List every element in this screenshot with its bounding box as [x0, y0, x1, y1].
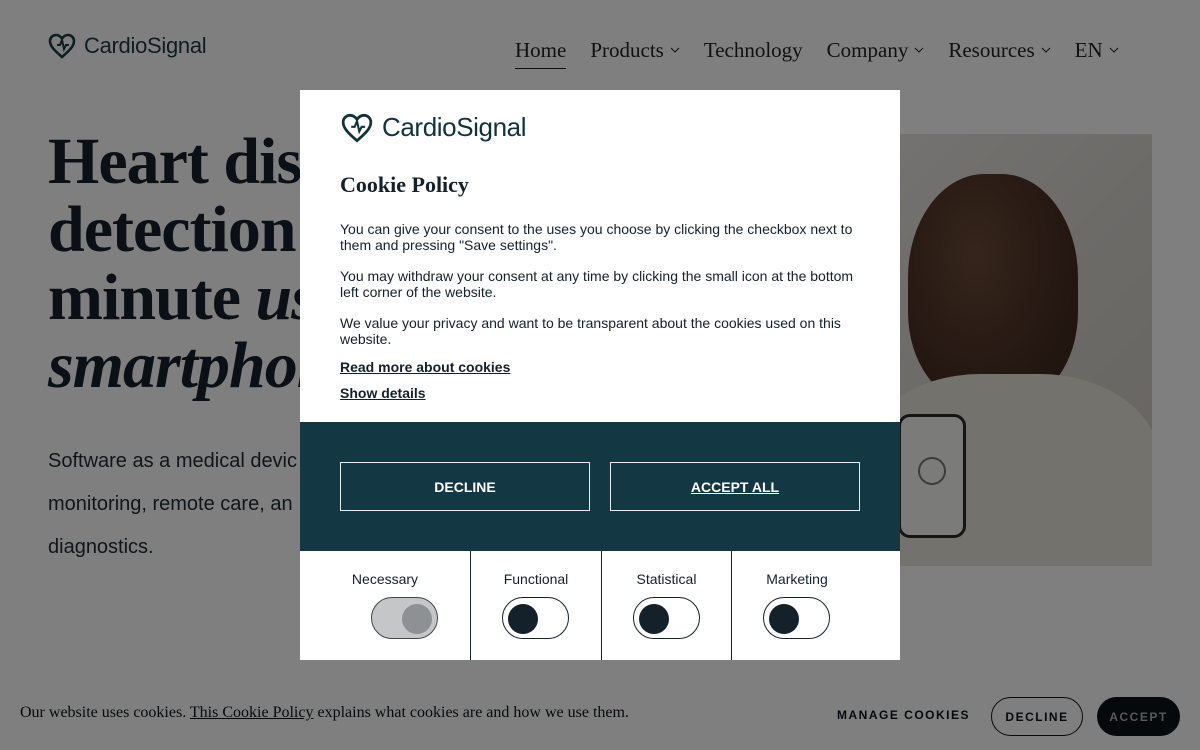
accept-all-button[interactable]: ACCEPT ALL: [610, 462, 860, 511]
cookie-categories: Necessary Functional Statistical Marketi…: [300, 551, 900, 660]
modal-paragraph: You can give your consent to the uses yo…: [340, 221, 853, 253]
modal-paragraph: We value your privacy and want to be tra…: [340, 315, 841, 347]
decline-button[interactable]: DECLINE: [340, 462, 590, 511]
heart-signal-icon: [341, 113, 373, 143]
functional-toggle[interactable]: [502, 597, 569, 639]
toggle-knob: [402, 604, 432, 634]
statistical-toggle[interactable]: [633, 597, 700, 639]
toggle-knob: [769, 604, 799, 634]
modal-button-band: DECLINE ACCEPT ALL: [300, 422, 900, 551]
necessary-toggle[interactable]: [371, 597, 438, 639]
modal-logo: CardioSignal: [340, 112, 526, 143]
category-label: Statistical: [636, 571, 697, 587]
modal-title: Cookie Policy: [340, 172, 469, 197]
category-label: Necessary: [351, 571, 419, 587]
category-functional: Functional: [470, 551, 601, 660]
modal-body: You can give your consent to the uses yo…: [340, 221, 860, 362]
category-necessary: Necessary: [300, 551, 470, 660]
cookie-modal: CardioSignal Cookie Policy You can give …: [300, 90, 900, 660]
category-marketing: Marketing: [731, 551, 900, 660]
modal-paragraph: You may withdraw your consent at any tim…: [340, 268, 854, 300]
modal-logo-text: CardioSignal: [382, 112, 527, 142]
toggle-knob: [508, 604, 538, 634]
marketing-toggle[interactable]: [763, 597, 830, 639]
read-more-cookies-link[interactable]: Read more about cookies: [340, 359, 510, 375]
category-label: Functional: [503, 571, 569, 587]
category-label: Marketing: [766, 571, 828, 587]
category-statistical: Statistical: [601, 551, 731, 660]
toggle-knob: [639, 604, 669, 634]
show-details-link[interactable]: Show details: [340, 385, 426, 401]
